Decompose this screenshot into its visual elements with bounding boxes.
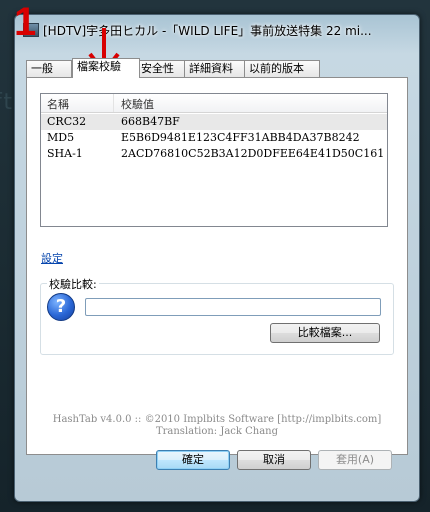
credits-line: HashTab v4.0.0 :: ©2010 Implbits Softwar… [52, 414, 382, 425]
tab-security[interactable]: 安全性 [136, 60, 188, 77]
tab-label: 以前的版本 [249, 62, 304, 75]
tab-label: 一般 [31, 62, 53, 75]
settings-link[interactable]: 設定 [41, 250, 63, 266]
tab-details[interactable]: 詳細資料 [184, 60, 248, 77]
hash-list[interactable]: 名稱 校驗值 CRC32 668B47BF MD5 E5B6D9481E123C… [40, 93, 388, 227]
hash-value: 668B47BF [121, 115, 180, 128]
tab-general[interactable]: 一般 [26, 60, 72, 77]
column-divider[interactable] [113, 94, 114, 112]
list-header: 名稱 校驗值 [41, 94, 387, 113]
column-header-value[interactable]: 校驗值 [121, 96, 154, 112]
table-row[interactable]: SHA-1 2ACD76810C52B3A12D0DFEE64E41D50C16… [41, 146, 387, 162]
translation-credit: Translation: Jack Chang [155, 426, 279, 437]
title-bar[interactable]: [HDTV]宇多田ヒカル -「WILD LIFE」事前放送特集 22 mi... [15, 15, 419, 43]
hash-compare-input[interactable] [85, 298, 381, 316]
tab-label: 詳細資料 [189, 62, 233, 75]
hash-name: CRC32 [47, 115, 87, 128]
tab-previous-versions[interactable]: 以前的版本 [244, 60, 320, 77]
hash-name: MD5 [47, 131, 75, 144]
column-header-name[interactable]: 名稱 [47, 96, 69, 112]
tab-label: 安全性 [141, 62, 174, 75]
hash-name: SHA-1 [47, 147, 83, 160]
hash-value: 2ACD76810C52B3A12D0DFEE64E41D50C16183... [121, 147, 383, 160]
tab-label: 檔案校驗 [77, 60, 121, 73]
credits: HashTab v4.0.0 :: ©2010 Implbits Softwar… [27, 414, 407, 438]
step-number-annotation: 1 [14, 0, 37, 44]
compare-file-button[interactable]: 比較檔案... [270, 323, 380, 343]
hash-value: E5B6D9481E123C4FF31ABB4DA37B8242 [121, 131, 360, 144]
apply-button[interactable]: 套用(A) [318, 450, 392, 470]
hash-comparison-group: 校驗比較: ? 比較檔案... [40, 276, 394, 355]
tab-file-hashes[interactable]: 檔案校驗 [72, 58, 140, 78]
desktop-decoration: ft [0, 90, 14, 115]
file-hashes-panel: 名稱 校驗值 CRC32 668B47BF MD5 E5B6D9481E123C… [26, 77, 408, 455]
group-label: 校驗比較: [47, 276, 99, 292]
cancel-button[interactable]: 取消 [237, 450, 311, 470]
question-icon: ? [47, 293, 75, 321]
ok-button[interactable]: 確定 [156, 450, 230, 470]
table-row[interactable]: CRC32 668B47BF [41, 114, 387, 130]
table-row[interactable]: MD5 E5B6D9481E123C4FF31ABB4DA37B8242 [41, 130, 387, 146]
